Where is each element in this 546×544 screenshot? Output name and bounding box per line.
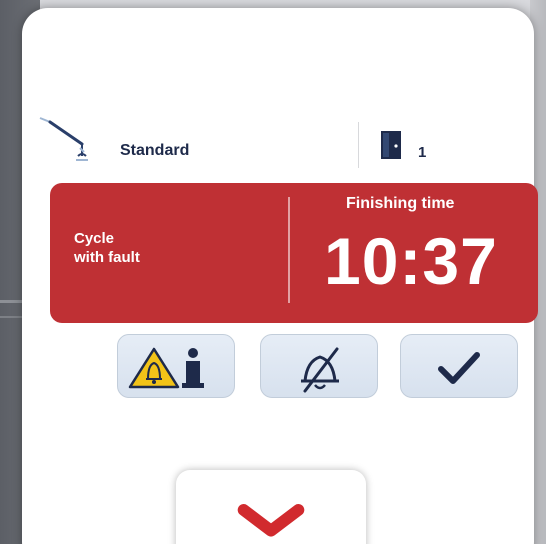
row-divider — [358, 122, 359, 168]
confirm-button[interactable] — [400, 334, 518, 398]
cycle-label-line1: Cycle — [74, 230, 115, 247]
close-button[interactable] — [176, 470, 366, 544]
mute-alarm-button[interactable] — [260, 334, 378, 398]
panel-divider — [288, 197, 290, 303]
background-divider — [0, 300, 22, 303]
bell-muted-icon — [301, 347, 339, 393]
door-number: 1 — [418, 144, 427, 161]
finishing-time-label: Finishing time — [346, 195, 455, 212]
alarm-info-button[interactable] — [117, 334, 235, 398]
alarm-warning-info-icon — [128, 347, 204, 389]
checkmark-icon — [438, 352, 480, 384]
background-divider — [0, 316, 22, 318]
cycle-label-line2: with fault — [74, 249, 140, 266]
fault-dialog: Standard 1 Cycle with fault Finishing ti… — [22, 8, 538, 544]
cycle-status-label: Cycle with fault — [74, 229, 194, 267]
finishing-time-value: 10:37 — [324, 224, 498, 298]
door-icon — [381, 131, 401, 159]
loader-crane-icon — [39, 117, 88, 161]
close-x-icon — [237, 504, 305, 537]
program-info-row: Standard 1 — [22, 116, 534, 172]
mode-label: Standard — [120, 142, 190, 159]
fault-status-panel: Cycle with fault Finishing time 10:37 — [50, 183, 538, 323]
